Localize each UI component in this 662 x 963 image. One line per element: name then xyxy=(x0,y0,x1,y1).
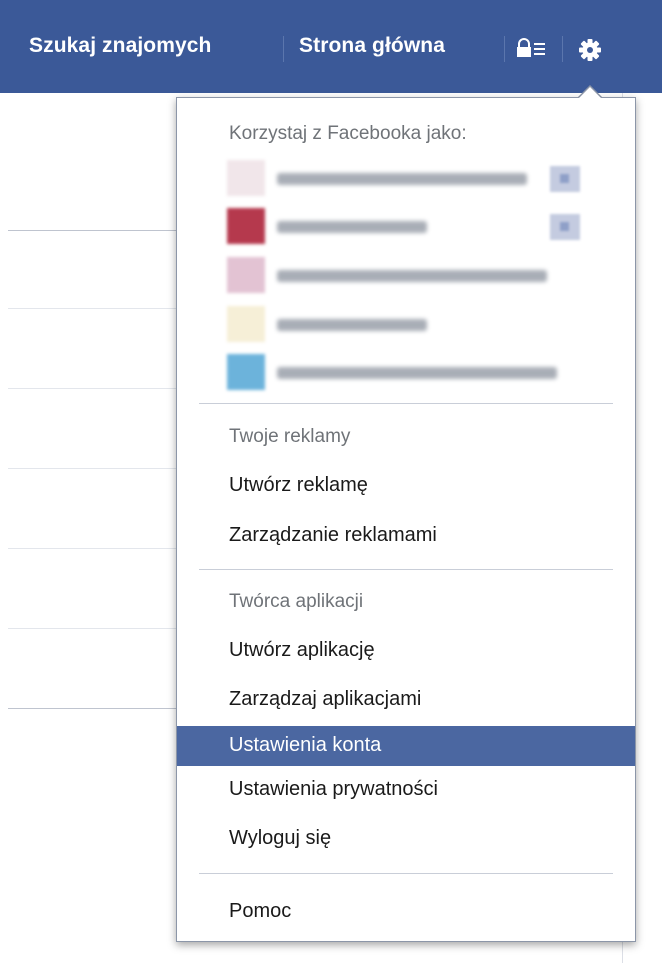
page-switch-item[interactable] xyxy=(227,304,587,344)
privacy-shortcuts-icon[interactable] xyxy=(516,38,548,58)
page-notification-badge xyxy=(550,214,580,240)
page-name-blurred xyxy=(277,319,427,331)
background-divider xyxy=(8,628,178,629)
top-navigation-bar: Szukaj znajomych Strona główna xyxy=(0,0,662,93)
page-switch-item[interactable] xyxy=(227,206,587,246)
page-avatar xyxy=(227,160,265,196)
background-divider xyxy=(8,468,178,469)
app-developer-header: Twórca aplikacji xyxy=(229,591,364,612)
ads-section-header: Twoje reklamy xyxy=(229,426,351,447)
privacy-settings-label: Ustawienia prywatności xyxy=(229,778,438,800)
privacy-settings-item[interactable]: Ustawienia prywatności xyxy=(177,770,635,810)
page-name-blurred xyxy=(277,221,427,233)
nav-separator xyxy=(504,36,505,62)
menu-pointer-fill xyxy=(578,87,602,99)
create-ad-label: Utwórz reklamę xyxy=(229,474,368,496)
menu-divider xyxy=(199,873,613,874)
page-avatar xyxy=(227,306,265,342)
account-dropdown-menu: Korzystaj z Facebooka jako: Twoje reklam… xyxy=(176,97,636,942)
manage-apps-item[interactable]: Zarządzaj aplikacjami xyxy=(177,680,635,720)
help-item[interactable]: Pomoc xyxy=(177,892,635,932)
manage-ads-item[interactable]: Zarządzanie reklamami xyxy=(177,516,635,556)
page-notification-badge xyxy=(550,166,580,192)
page-name-blurred xyxy=(277,270,547,282)
background-divider xyxy=(8,388,178,389)
nav-separator xyxy=(283,36,284,62)
background-divider xyxy=(8,230,178,231)
create-ad-item[interactable]: Utwórz reklamę xyxy=(177,466,635,506)
page-switch-item[interactable] xyxy=(227,255,587,295)
nav-separator xyxy=(562,36,563,62)
page-switch-item[interactable] xyxy=(227,352,587,392)
page-avatar xyxy=(227,208,265,244)
account-settings-label: Ustawienia konta xyxy=(229,734,382,756)
use-facebook-as-header: Korzystaj z Facebooka jako: xyxy=(229,123,467,144)
background-divider xyxy=(8,708,178,709)
page-name-blurred xyxy=(277,367,557,379)
menu-divider xyxy=(199,403,613,404)
menu-divider xyxy=(199,569,613,570)
account-settings-item[interactable]: Ustawienia konta xyxy=(177,726,635,766)
page-avatar xyxy=(227,257,265,293)
gear-icon[interactable] xyxy=(573,33,607,67)
page-avatar xyxy=(227,354,265,390)
logout-item[interactable]: Wyloguj się xyxy=(177,819,635,859)
page-name-blurred xyxy=(277,173,527,185)
help-label: Pomoc xyxy=(229,900,292,922)
background-divider xyxy=(8,548,178,549)
create-app-item[interactable]: Utwórz aplikację xyxy=(177,631,635,671)
background-divider xyxy=(8,308,178,309)
create-app-label: Utwórz aplikację xyxy=(229,639,375,661)
page-switch-item[interactable] xyxy=(227,158,587,198)
home-link[interactable]: Strona główna xyxy=(299,34,445,58)
logout-label: Wyloguj się xyxy=(229,827,332,849)
manage-ads-label: Zarządzanie reklamami xyxy=(229,524,437,546)
manage-apps-label: Zarządzaj aplikacjami xyxy=(229,688,422,710)
find-friends-link[interactable]: Szukaj znajomych xyxy=(29,34,212,58)
